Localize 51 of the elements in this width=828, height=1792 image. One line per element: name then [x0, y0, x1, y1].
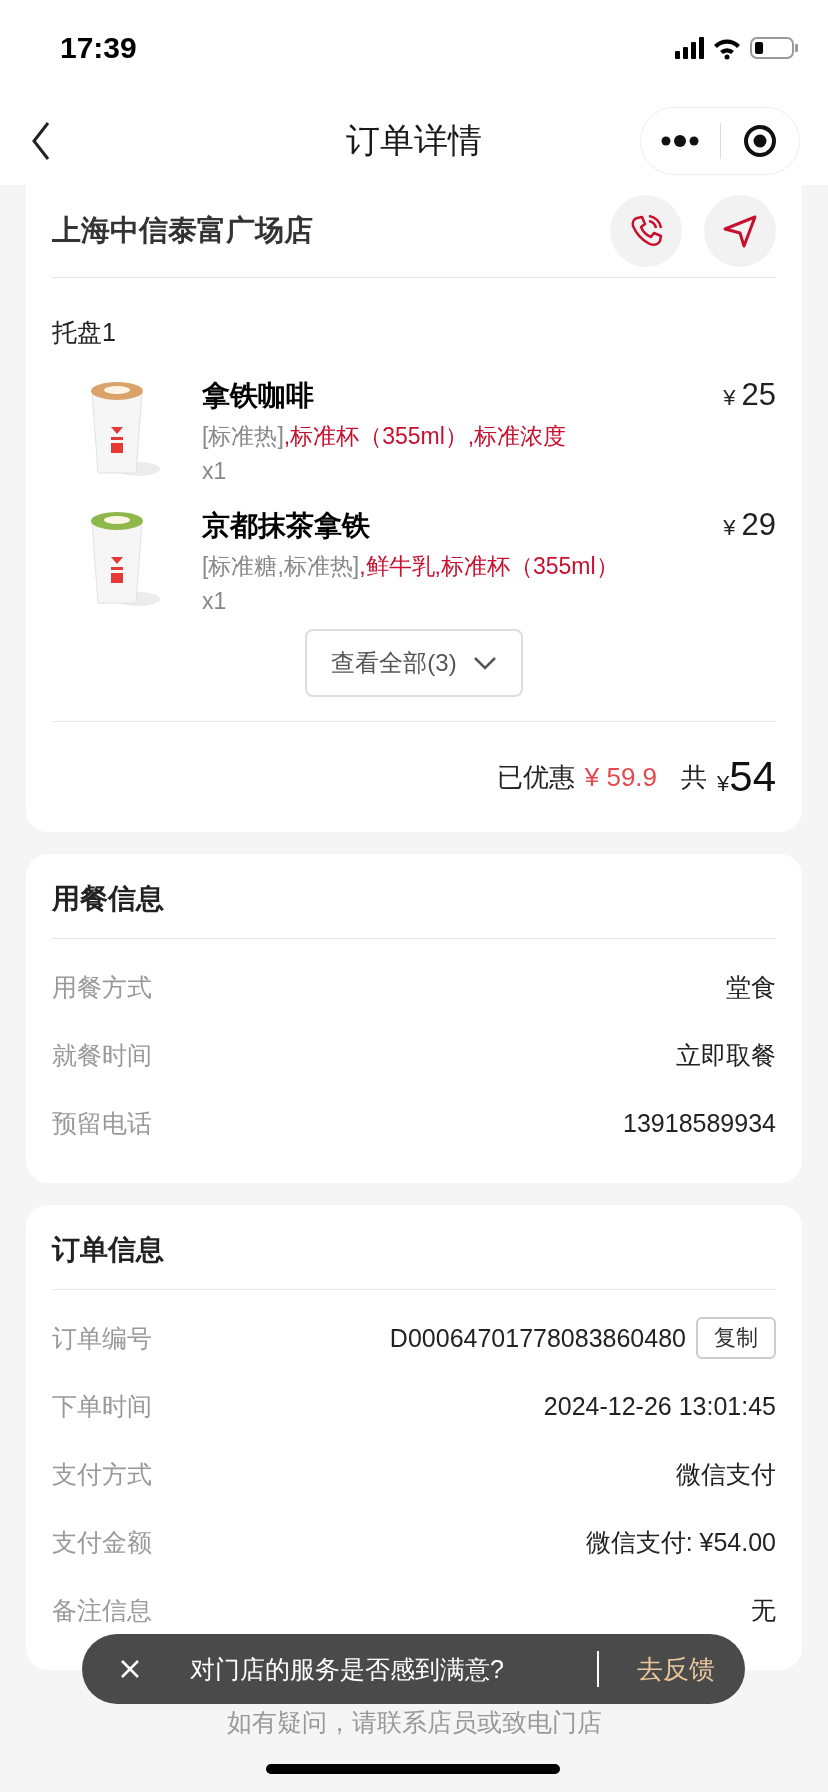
- info-value: 无: [751, 1594, 776, 1626]
- info-value: 堂食: [726, 971, 776, 1003]
- item-price: ¥ 29: [723, 507, 776, 543]
- chevron-down-icon: [472, 655, 497, 671]
- more-icon: [661, 133, 700, 148]
- copy-button[interactable]: 复制: [696, 1317, 776, 1359]
- help-note: 如有疑问，请联系店员或致电门店: [225, 1707, 603, 1738]
- target-icon: [742, 123, 777, 158]
- back-icon[interactable]: [30, 120, 52, 161]
- item-quantity: x1: [202, 458, 228, 485]
- item-name: 拿铁咖啡: [202, 379, 314, 413]
- info-label: 就餐时间: [52, 1039, 152, 1071]
- total-label: 共: [681, 760, 708, 794]
- discount-amount: ¥ 59.9: [584, 761, 658, 793]
- info-label: 支付方式: [52, 1458, 152, 1490]
- section-title: 订单信息: [52, 1205, 776, 1290]
- item-options: [标准热]: [202, 421, 284, 452]
- tray-label: 托盘1: [52, 317, 117, 348]
- info-value: 13918589934: [623, 1108, 776, 1138]
- info-value: 微信支付: ¥54.00: [585, 1526, 776, 1558]
- info-value: 微信支付: [676, 1458, 776, 1490]
- info-label: 支付金额: [52, 1526, 152, 1558]
- battery-icon: [750, 37, 798, 59]
- feedback-link[interactable]: 去反馈: [637, 1651, 715, 1687]
- discount-label: 已优惠: [496, 760, 575, 794]
- section-title: 用餐信息: [52, 854, 776, 939]
- info-label: 订单编号: [52, 1322, 152, 1354]
- signal-icon: [675, 37, 704, 59]
- status-time: 17:39: [60, 31, 137, 65]
- total-amount: ¥54: [717, 753, 776, 801]
- item-quantity: x1: [202, 588, 228, 615]
- info-label: 备注信息: [52, 1594, 152, 1626]
- close-button[interactable]: [120, 1659, 140, 1679]
- info-label: 预留电话: [52, 1107, 152, 1139]
- store-name: 上海中信泰富广场店: [52, 213, 313, 248]
- info-value: D00064701778083860480: [389, 1323, 686, 1353]
- item-options: [标准糖,标准热]: [202, 551, 360, 582]
- view-all-button[interactable]: 查看全部(3): [305, 629, 523, 697]
- info-label: 用餐方式: [52, 971, 152, 1003]
- info-label: 下单时间: [52, 1390, 152, 1422]
- toast-message: 对门店的服务是否感到满意?: [190, 1653, 505, 1685]
- close-icon: [120, 1659, 140, 1679]
- page-title: 订单详情: [346, 120, 482, 159]
- wifi-icon: [712, 36, 742, 60]
- info-value: 立即取餐: [676, 1039, 776, 1071]
- item-options: ,标准杯（355ml）,标准浓度: [283, 421, 567, 452]
- navigation-arrow-icon: [722, 213, 758, 249]
- info-value: 2024-12-26 13:01:45: [543, 1391, 776, 1421]
- item-name: 京都抹茶拿铁: [202, 509, 370, 543]
- item-price: ¥ 25: [723, 377, 776, 413]
- item-options: ,鲜牛乳,标准杯（355ml）: [359, 551, 619, 582]
